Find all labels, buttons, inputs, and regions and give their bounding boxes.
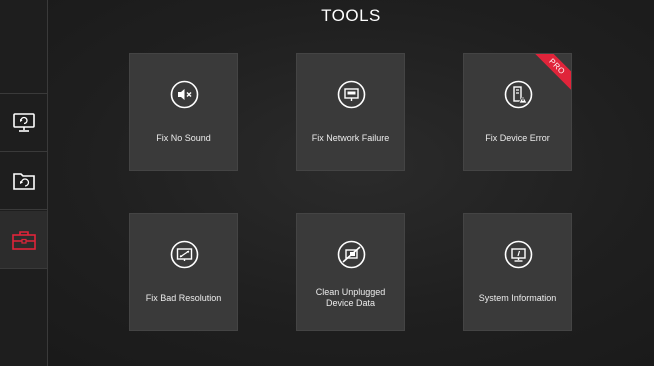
- tool-fix-device-error[interactable]: PRO Fix Device Error: [463, 53, 572, 171]
- tool-fix-no-sound[interactable]: Fix No Sound: [129, 53, 238, 171]
- sidebar-item-restore[interactable]: [0, 152, 47, 210]
- device-warning-icon: [504, 80, 533, 109]
- tool-system-information[interactable]: System Information: [463, 213, 572, 331]
- app-window: TOOLS Fix No Sound Fix Network Failure P…: [0, 0, 654, 366]
- tool-label: Fix Bad Resolution: [145, 292, 222, 303]
- tool-clean-unplugged-device-data[interactable]: Clean Unplugged Device Data: [296, 213, 405, 331]
- sidebar-header: [0, 0, 47, 94]
- folder-restore-icon: [12, 170, 36, 192]
- tool-fix-bad-resolution[interactable]: Fix Bad Resolution: [129, 213, 238, 331]
- tool-label: Fix No Sound: [156, 132, 211, 143]
- sidebar: [0, 0, 48, 366]
- tool-label: Clean Unplugged Device Data: [315, 287, 386, 308]
- system-info-icon: [504, 240, 533, 269]
- tool-label: Fix Network Failure: [311, 132, 390, 143]
- toolbox-icon: [11, 229, 37, 251]
- sidebar-item-tools[interactable]: [0, 211, 47, 269]
- monitor-refresh-icon: [12, 112, 36, 134]
- tool-label: Fix Device Error: [485, 132, 550, 143]
- unplugged-device-icon: [337, 240, 366, 269]
- page-title: TOOLS: [321, 6, 381, 25]
- network-icon: [337, 80, 366, 109]
- tool-label: System Information: [478, 292, 557, 303]
- sidebar-item-monitor[interactable]: [0, 94, 47, 152]
- tool-fix-network-failure[interactable]: Fix Network Failure: [296, 53, 405, 171]
- resolution-icon: [170, 240, 199, 269]
- pro-badge: PRO: [526, 54, 571, 97]
- speaker-mute-icon: [170, 80, 199, 109]
